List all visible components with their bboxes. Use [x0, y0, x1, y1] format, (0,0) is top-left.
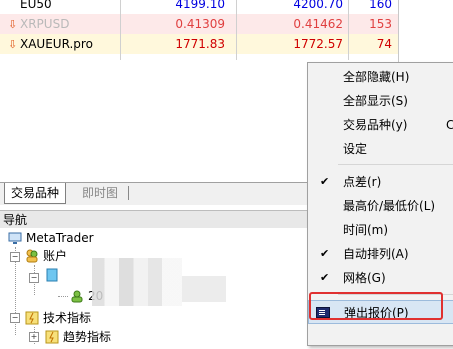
collapse-toggle[interactable]: −	[10, 313, 20, 323]
collapse-toggle[interactable]: −	[10, 252, 20, 262]
menu-item-sets[interactable]: 设定	[308, 137, 453, 161]
blurred-account-info	[92, 258, 182, 306]
ask-cell: 0.41462	[293, 17, 343, 31]
monitor-icon	[8, 231, 22, 245]
symbol-cell: ⇩ XRPUSD	[8, 14, 69, 35]
column-divider	[236, 0, 237, 60]
column-divider	[348, 0, 349, 60]
symbol-cell: EU50	[20, 0, 52, 11]
menu-item-show-all[interactable]: 全部显示(S)	[308, 89, 453, 113]
menu-item-symbols[interactable]: 交易品种(y) C	[308, 113, 453, 137]
spread-cell: 160	[369, 0, 392, 11]
collapse-toggle[interactable]: −	[29, 273, 39, 283]
tree-item-trend[interactable]: 趋势指标	[45, 328, 111, 346]
bid-cell: 0.41309	[175, 17, 225, 31]
market-row-eu50[interactable]: EU50 4199.10 4200.70 160	[0, 0, 398, 14]
menu-item-auto-arrange[interactable]: ✔ 自动排列(A)	[308, 242, 453, 266]
spread-cell: 153	[369, 17, 392, 31]
spread-cell: 74	[376, 37, 392, 51]
ask-cell: 1772.57	[293, 37, 343, 51]
tree-item-server[interactable]	[45, 266, 63, 284]
highlight-outline	[309, 292, 443, 320]
tree-item-indicators[interactable]: 技术指标	[25, 309, 91, 327]
symbol-cell: ⇩ XAUEUR.pro	[8, 34, 93, 55]
tree-item-accounts[interactable]: 账户	[25, 247, 67, 265]
menu-item-time[interactable]: 时间(m)	[308, 218, 453, 242]
tab-symbols[interactable]: 交易品种	[4, 183, 67, 204]
ask-cell: 4200.70	[293, 0, 343, 11]
check-icon: ✔	[320, 175, 330, 188]
user-account-icon	[70, 289, 84, 303]
market-row-xaueur[interactable]: ⇩ XAUEUR.pro 1771.83 1772.57 74	[0, 34, 398, 54]
menu-item-high-low[interactable]: 最高价/最低价(L)	[308, 194, 453, 218]
server-icon	[45, 268, 59, 282]
indicator-folder-icon	[45, 330, 59, 344]
check-icon: ✔	[320, 247, 330, 260]
column-divider	[120, 0, 121, 60]
down-arrow-icon: ⇩	[8, 18, 18, 31]
market-row-xrpusd[interactable]: ⇩ XRPUSD 0.41309 0.41462 153	[0, 14, 398, 34]
indicator-folder-icon	[25, 311, 39, 325]
tab-tick-chart[interactable]: 即时图	[76, 183, 124, 203]
bid-cell: 4199.10	[175, 0, 225, 11]
expand-toggle[interactable]: +	[29, 332, 39, 342]
tab-divider	[128, 186, 129, 200]
tree-item-metatrader[interactable]: MetaTrader	[8, 229, 94, 247]
menu-item-grid[interactable]: ✔ 网格(G)	[308, 266, 453, 290]
bid-cell: 1771.83	[175, 37, 225, 51]
menu-item-spread[interactable]: ✔ 点差(r)	[308, 170, 453, 194]
users-icon	[25, 249, 39, 263]
tree-line	[58, 296, 68, 297]
down-arrow-icon: ⇩	[8, 38, 18, 51]
check-icon: ✔	[320, 271, 330, 284]
blurred-account-info	[182, 276, 226, 302]
menu-item-hide-all[interactable]: 全部隐藏(H)	[308, 65, 453, 89]
menu-separator	[338, 164, 453, 165]
